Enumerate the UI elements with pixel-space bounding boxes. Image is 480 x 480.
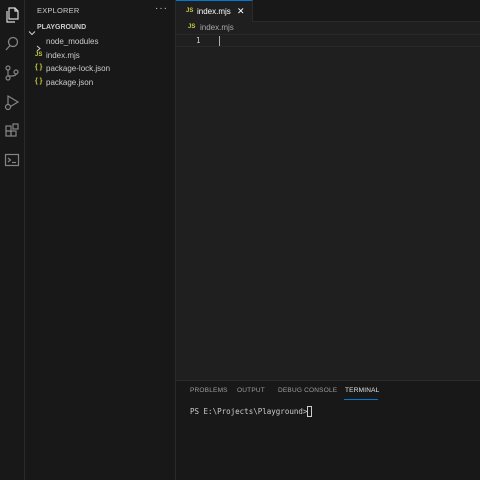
tree-item-label: package.json bbox=[46, 78, 94, 87]
json-file-icon: { } bbox=[35, 78, 43, 85]
line-number: 1 bbox=[196, 36, 201, 45]
breadcrumb-item[interactable]: index.mjs bbox=[200, 23, 234, 32]
tree-item-node-modules[interactable]: node_modules bbox=[25, 36, 176, 52]
js-file-icon: JS bbox=[35, 52, 43, 58]
js-file-icon: JS bbox=[186, 8, 194, 14]
bottom-panel: PROBLEMS OUTPUT DEBUG CONSOLE TERMINAL P… bbox=[176, 380, 480, 480]
editor-tabbar: JS index.mjs ✕ bbox=[176, 0, 480, 22]
tab-problems[interactable]: PROBLEMS bbox=[190, 387, 228, 394]
folder-playground[interactable]: PLAYGROUND bbox=[25, 22, 176, 36]
tree-item-index-mjs[interactable]: JS index.mjs bbox=[25, 50, 176, 63]
active-tab-indicator bbox=[344, 399, 378, 400]
tab-index-mjs[interactable]: JS index.mjs ✕ bbox=[176, 0, 253, 22]
tree-item-label: node_modules bbox=[46, 37, 99, 46]
terminal-cursor bbox=[307, 406, 312, 417]
tree-item-label: index.mjs bbox=[46, 51, 80, 60]
json-file-icon: { } bbox=[35, 64, 43, 71]
explorer-sidebar: EXPLORER ··· PLAYGROUND node_modules JS … bbox=[25, 0, 176, 480]
more-actions-icon[interactable]: ··· bbox=[155, 3, 168, 14]
tree-item-package-json[interactable]: { } package.json bbox=[25, 77, 176, 90]
chevron-down-icon bbox=[28, 24, 36, 36]
close-icon[interactable]: ✕ bbox=[237, 6, 245, 17]
breadcrumb: JS index.mjs bbox=[176, 22, 480, 34]
tab-output[interactable]: OUTPUT bbox=[237, 387, 265, 394]
chevron-right-icon bbox=[35, 39, 42, 52]
editor-area: JS index.mjs ✕ JS index.mjs 1 bbox=[176, 0, 480, 380]
activity-bar bbox=[0, 0, 25, 480]
tree-item-label: package-lock.json bbox=[46, 64, 111, 73]
sidebar-title: EXPLORER bbox=[37, 6, 80, 15]
folder-name: PLAYGROUND bbox=[37, 24, 87, 31]
terminal-icon[interactable] bbox=[3, 151, 21, 169]
tree-item-package-lock-json[interactable]: { } package-lock.json bbox=[25, 63, 176, 76]
terminal-prompt[interactable]: PS E:\Projects\Playground> bbox=[190, 407, 307, 416]
explorer-icon[interactable] bbox=[3, 6, 21, 24]
extensions-icon[interactable] bbox=[3, 122, 21, 140]
sidebar-header: EXPLORER ··· bbox=[25, 0, 176, 22]
run-debug-icon[interactable] bbox=[3, 93, 21, 111]
tab-debug-console[interactable]: DEBUG CONSOLE bbox=[278, 387, 337, 394]
text-cursor bbox=[219, 36, 220, 46]
tab-label: index.mjs bbox=[197, 7, 231, 16]
js-file-icon: JS bbox=[188, 24, 196, 30]
tab-terminal[interactable]: TERMINAL bbox=[345, 387, 379, 394]
search-icon[interactable] bbox=[3, 35, 21, 53]
code-line[interactable]: 1 bbox=[176, 34, 480, 47]
source-control-icon[interactable] bbox=[3, 64, 21, 82]
